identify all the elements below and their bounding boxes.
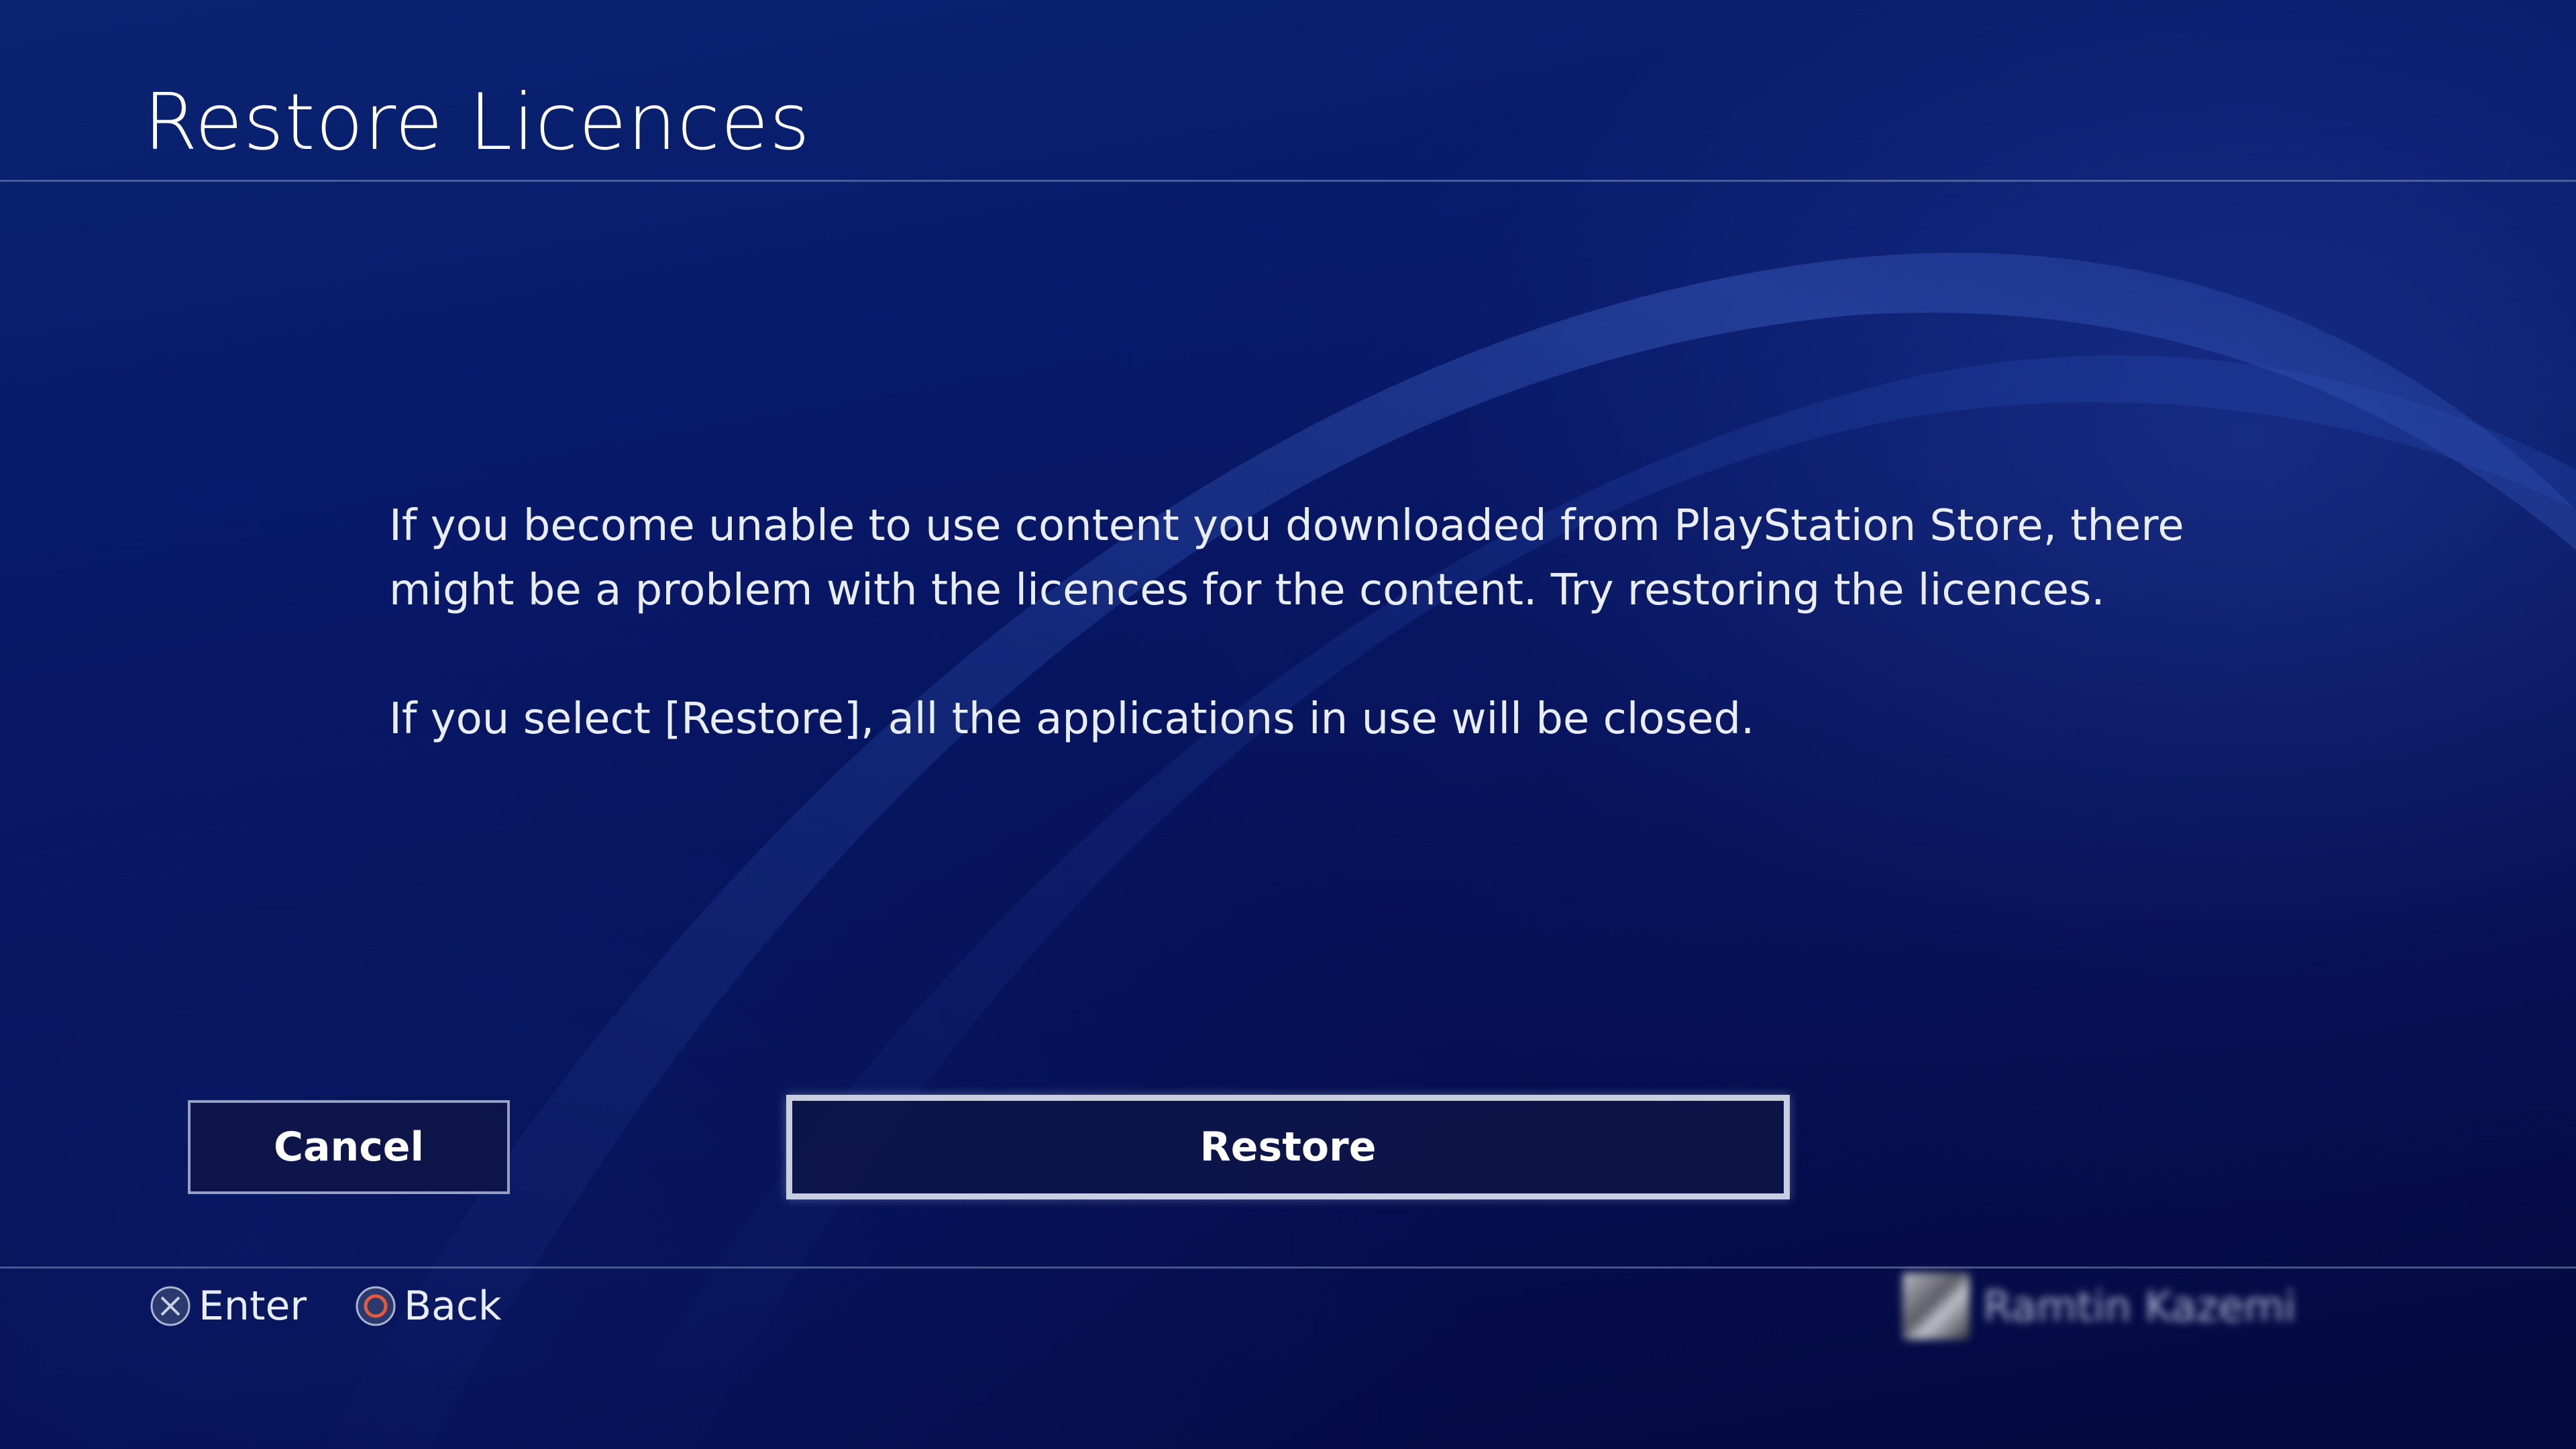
restore-licences-screen: Restore Licences If you become unable to… xyxy=(0,0,2576,1449)
user-avatar xyxy=(1902,1273,1970,1340)
footer-bar: Enter Back Ramtin Kazemi xyxy=(0,1269,2576,1449)
user-profile: Ramtin Kazemi xyxy=(1902,1269,2296,1343)
cross-button-icon xyxy=(150,1286,191,1326)
restore-button[interactable]: Restore xyxy=(786,1095,1790,1199)
message-paragraph: If you become unable to use content you … xyxy=(389,501,2184,615)
user-name: Ramtin Kazemi xyxy=(1983,1281,2296,1331)
circle-button-icon xyxy=(356,1286,396,1326)
enter-hint-label: Enter xyxy=(199,1283,307,1330)
message-body: If you become unable to use content you … xyxy=(389,494,2227,751)
back-hint-label: Back xyxy=(404,1283,502,1330)
message-paragraph: If you select [Restore], all the applica… xyxy=(389,694,1755,744)
enter-hint: Enter xyxy=(149,1269,307,1343)
page-title: Restore Licences xyxy=(144,77,811,168)
cancel-button[interactable]: Cancel xyxy=(188,1100,510,1194)
footer-divider xyxy=(0,1267,2576,1269)
back-hint: Back xyxy=(354,1269,502,1343)
header-divider xyxy=(0,180,2576,182)
